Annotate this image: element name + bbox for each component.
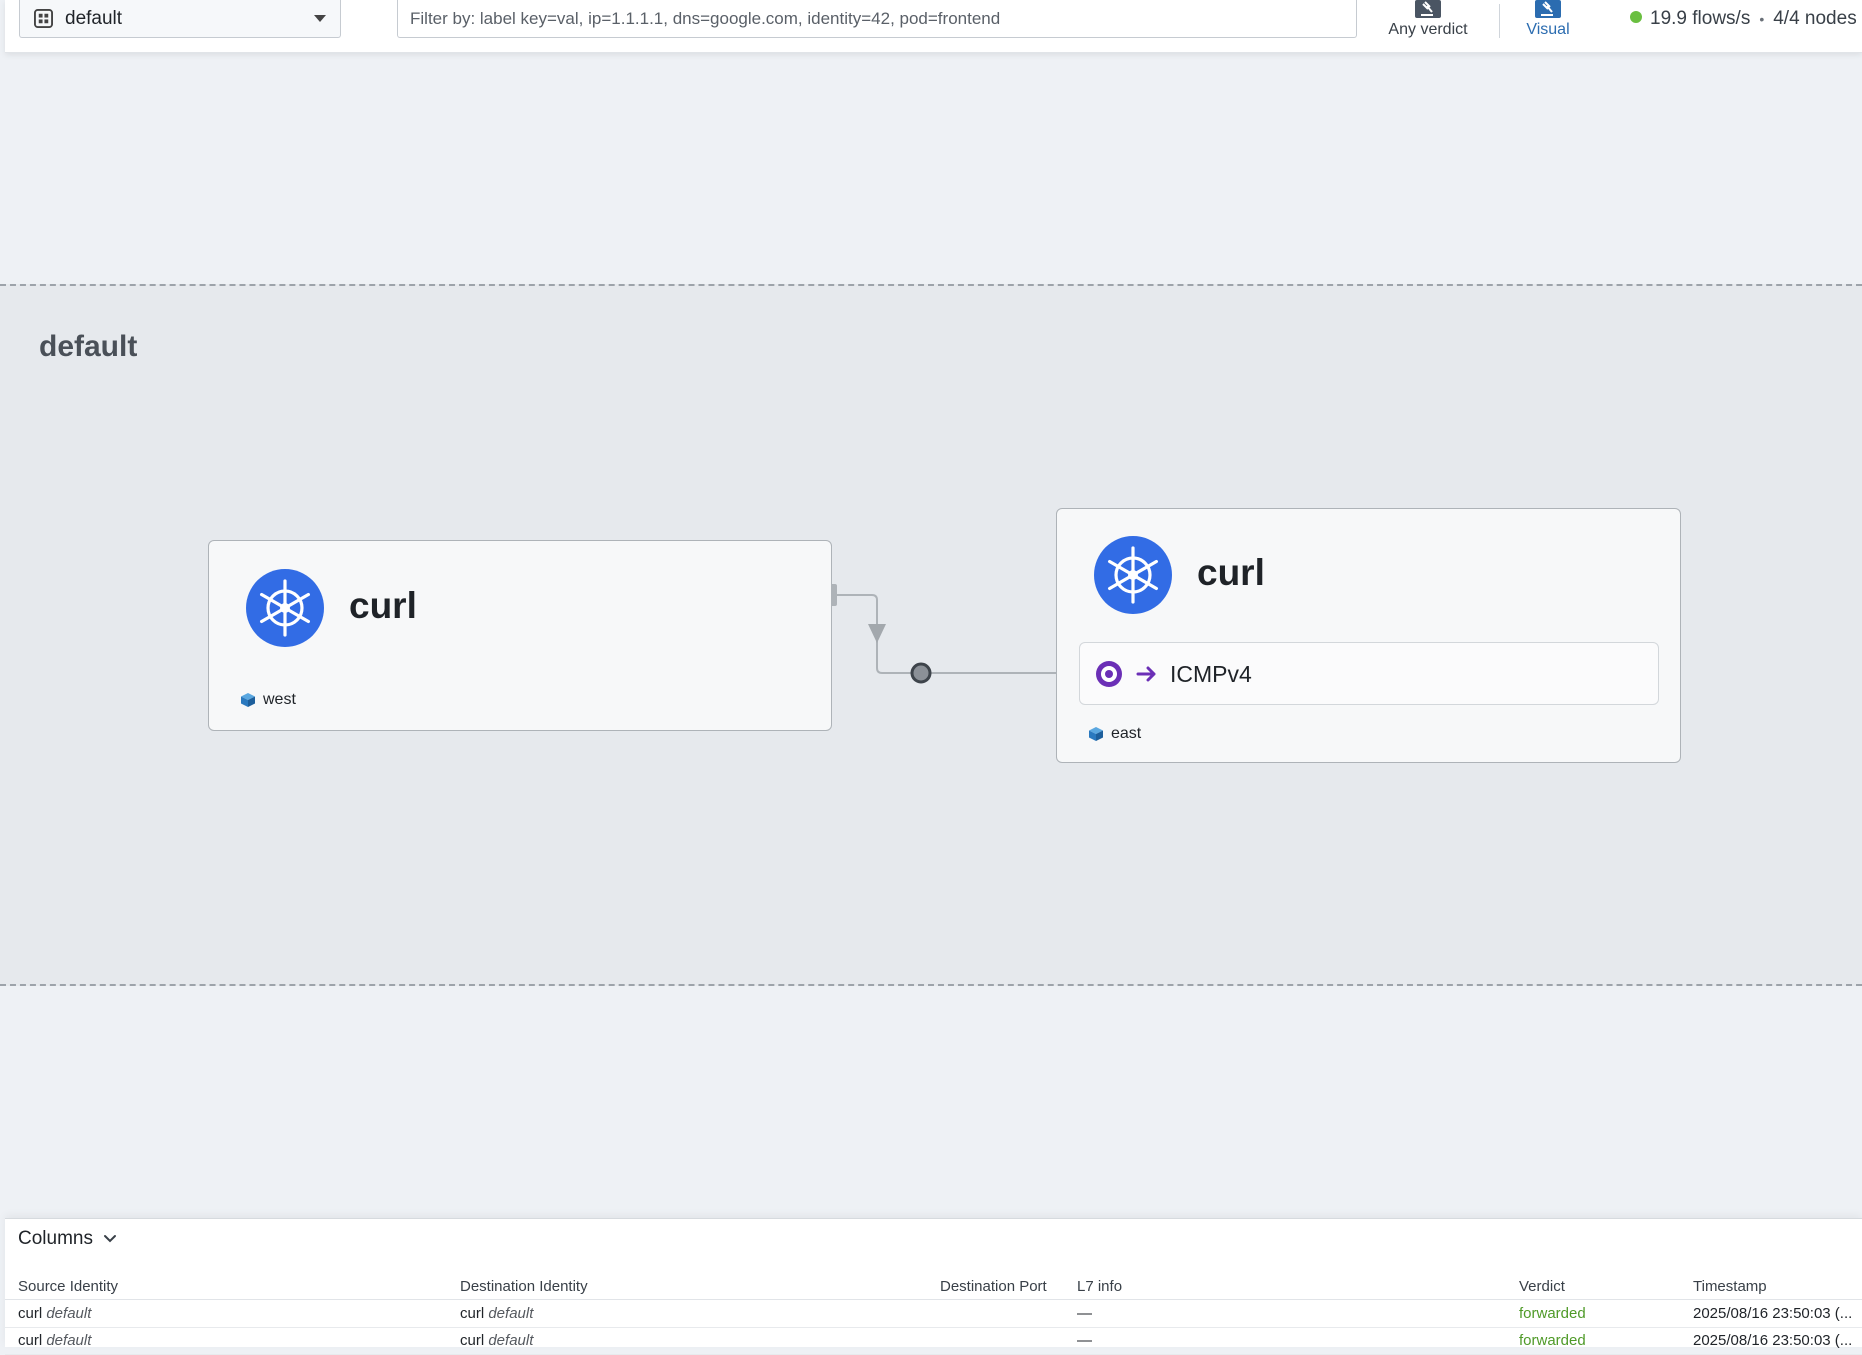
port-protocol: ICMPv4 — [1170, 661, 1252, 687]
timestamp: 2025/08/16 23:50:03 (... — [1693, 1305, 1853, 1322]
namespace-icon — [34, 9, 53, 28]
source-identity: curl default — [18, 1332, 92, 1349]
columns-button[interactable]: Columns — [18, 1228, 117, 1250]
service-title: curl — [349, 585, 417, 626]
table-row[interactable]: curl default curl default — forwarded 20… — [5, 1300, 1862, 1328]
service-card-east[interactable]: curl ICMPv4 east — [1056, 508, 1681, 763]
l7-info: — — [1077, 1332, 1092, 1349]
arrow-right-icon — [1136, 666, 1156, 682]
destination-identity: curl default — [460, 1332, 534, 1349]
verdict-filter-button[interactable]: Any verdict — [1383, 0, 1473, 46]
destination-identity: curl default — [460, 1305, 534, 1322]
flows-table-header: Source Identity Destination Identity Des… — [5, 1273, 1862, 1300]
cube-icon — [1089, 727, 1103, 741]
cube-icon — [241, 693, 255, 707]
cluster-label: east — [1088, 725, 1141, 743]
gavel-icon — [1535, 0, 1561, 18]
service-title: curl — [1197, 552, 1265, 593]
visual-button[interactable]: Visual — [1513, 0, 1583, 46]
l7-info: — — [1077, 1305, 1092, 1322]
table-row[interactable]: curl default curl default — forwarded 20… — [5, 1327, 1862, 1355]
cluster-name: west — [263, 691, 296, 708]
toolbar-divider — [1499, 4, 1500, 38]
verdict: forwarded — [1519, 1305, 1586, 1322]
header-l7-info[interactable]: L7 info — [1077, 1278, 1122, 1295]
timestamp: 2025/08/16 23:50:03 (... — [1693, 1332, 1853, 1349]
flows-rate: 19.9 flows/s — [1650, 8, 1751, 29]
namespace-selector-value: default — [65, 8, 123, 29]
header-destination-identity[interactable]: Destination Identity — [460, 1278, 588, 1295]
service-card-west[interactable]: curl west — [208, 540, 832, 731]
status-separator: • — [1759, 11, 1765, 27]
verdict-filter-label: Any verdict — [1388, 21, 1468, 38]
header-destination-port[interactable]: Destination Port — [940, 1278, 1047, 1295]
header-verdict[interactable]: Verdict — [1519, 1278, 1565, 1295]
port-row-icmpv4[interactable]: ICMPv4 — [1079, 642, 1659, 705]
gavel-icon — [1415, 0, 1441, 18]
nodes-count: 4/4 nodes — [1773, 8, 1857, 29]
chevron-down-icon — [314, 15, 326, 22]
source-identity: curl default — [18, 1305, 92, 1322]
kubernetes-icon — [246, 569, 324, 647]
namespace-label: default — [39, 330, 138, 363]
target-icon — [1096, 661, 1122, 687]
top-bar: default Any verdict Visual 19.9 flows/s •… — [5, 0, 1862, 53]
connection-status: 19.9 flows/s • 4/4 nodes — [1630, 8, 1857, 30]
header-timestamp[interactable]: Timestamp — [1693, 1278, 1767, 1295]
flows-panel: Columns Source Identity Destination Iden… — [5, 1218, 1862, 1355]
cluster-label: west — [240, 691, 296, 709]
status-dot-icon — [1630, 11, 1642, 23]
kubernetes-icon — [1094, 536, 1172, 614]
chevron-down-icon — [103, 1235, 116, 1243]
header-source-identity[interactable]: Source Identity — [18, 1278, 118, 1295]
filter-input[interactable] — [397, 0, 1357, 38]
verdict: forwarded — [1519, 1332, 1586, 1349]
cluster-name: east — [1111, 725, 1142, 742]
columns-button-label: Columns — [18, 1228, 93, 1249]
visual-button-label: Visual — [1526, 21, 1570, 38]
namespace-selector[interactable]: default — [19, 0, 341, 38]
